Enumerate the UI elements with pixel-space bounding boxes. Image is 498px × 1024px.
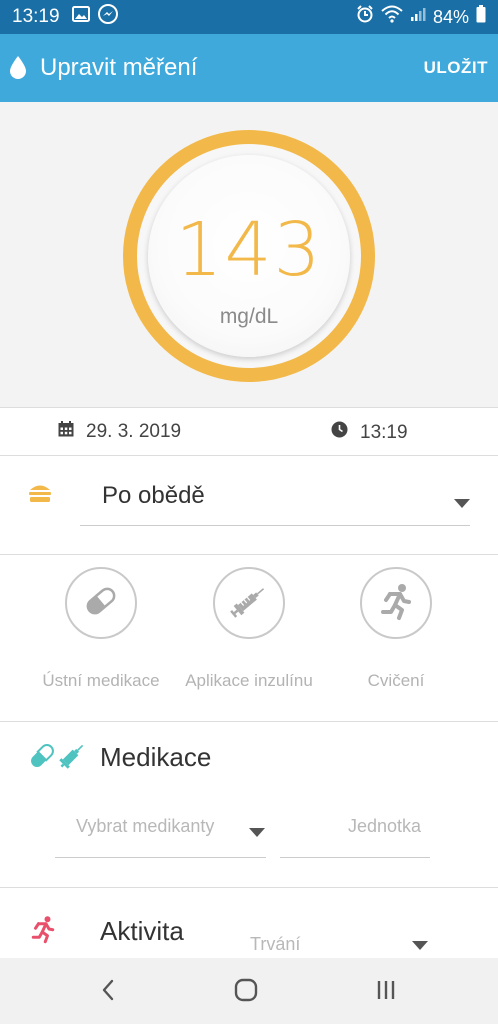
page-title: Upravit měření	[40, 54, 198, 81]
status-time: 13:19	[12, 6, 60, 27]
syringe-icon	[56, 740, 88, 777]
action-label: Cvičení	[367, 671, 425, 690]
medication-icons	[26, 740, 88, 772]
glucose-gauge-area: 143 mg/dL	[0, 102, 498, 407]
chevron-down-icon[interactable]	[412, 941, 428, 950]
home-icon	[234, 978, 258, 1007]
status-notification-icons	[71, 4, 118, 30]
duration-dropdown[interactable]: Trvání	[250, 934, 300, 955]
meal-row: Po obědě	[0, 456, 498, 554]
meal-time-dropdown[interactable]: Po obědě	[80, 470, 470, 526]
alarm-icon	[356, 5, 374, 29]
pill-icon	[80, 580, 122, 627]
unit-placeholder: Jednotka	[348, 816, 422, 836]
recent-apps-button[interactable]	[366, 972, 406, 1012]
syringe-icon	[228, 580, 270, 627]
battery-icon	[476, 5, 486, 29]
activity-section: Aktivita Trvání	[0, 888, 498, 958]
status-bar: 13:19 84%	[0, 0, 498, 34]
back-chevron-icon	[101, 979, 115, 1006]
wifi-icon	[381, 5, 403, 29]
pill-icon	[26, 740, 58, 777]
running-icon	[376, 581, 416, 626]
insulin-application-button[interactable]: Aplikace inzulínu	[164, 567, 334, 707]
oral-medication-button[interactable]: Ústní medikace	[16, 567, 186, 707]
calendar-icon	[58, 421, 74, 443]
date-picker[interactable]: 29. 3. 2019	[58, 421, 181, 443]
clock-icon	[331, 421, 348, 444]
meal-time-value: Po obědě	[102, 482, 205, 509]
recent-apps-icon	[375, 979, 397, 1006]
glucose-ring: 143 mg/dL	[123, 130, 375, 382]
chevron-down-icon	[454, 499, 470, 508]
meal-burger-icon	[28, 480, 52, 504]
action-circle	[360, 567, 432, 639]
blood-drop-icon	[4, 51, 32, 85]
messenger-icon	[97, 4, 118, 30]
chevron-down-icon	[249, 828, 265, 837]
medication-dropdown[interactable]: Vybrat medikanty	[55, 806, 266, 858]
home-button[interactable]	[226, 972, 266, 1012]
glucose-unit: mg/dL	[219, 305, 279, 328]
activity-title: Aktivita	[100, 916, 184, 946]
exercise-button[interactable]: Cvičení	[311, 567, 481, 707]
action-circle	[213, 567, 285, 639]
back-button[interactable]	[88, 972, 128, 1012]
medication-title: Medikace	[100, 742, 212, 772]
quick-actions: Ústní medikace Aplikace inzulínu Cvičení	[0, 555, 498, 721]
action-label: Aplikace inzulínu	[185, 671, 313, 690]
time-picker[interactable]: 13:19	[331, 421, 408, 444]
unit-input[interactable]: Jednotka	[280, 806, 430, 858]
glucose-value: 143	[175, 207, 323, 293]
datetime-row: 29. 3. 2019 13:19	[0, 408, 498, 456]
image-icon	[71, 6, 90, 28]
medication-section: Medikace Vybrat medikanty Jednotka	[0, 722, 498, 887]
battery-percentage: 84%	[432, 6, 469, 27]
action-circle	[65, 567, 137, 639]
signal-icon	[410, 6, 426, 28]
date-value: 29. 3. 2019	[86, 421, 182, 442]
action-label: Ústní medikace	[42, 671, 160, 690]
glucose-value-button[interactable]: 143 mg/dL	[148, 155, 350, 357]
medication-placeholder: Vybrat medikanty	[76, 816, 215, 836]
status-system-icons: 84%	[356, 5, 486, 29]
app-bar: Upravit měření ULOŽIT	[0, 34, 498, 102]
running-icon	[28, 914, 58, 944]
time-value: 13:19	[360, 421, 408, 443]
system-navigation-bar	[0, 958, 498, 1024]
save-button[interactable]: ULOŽIT	[424, 58, 488, 78]
